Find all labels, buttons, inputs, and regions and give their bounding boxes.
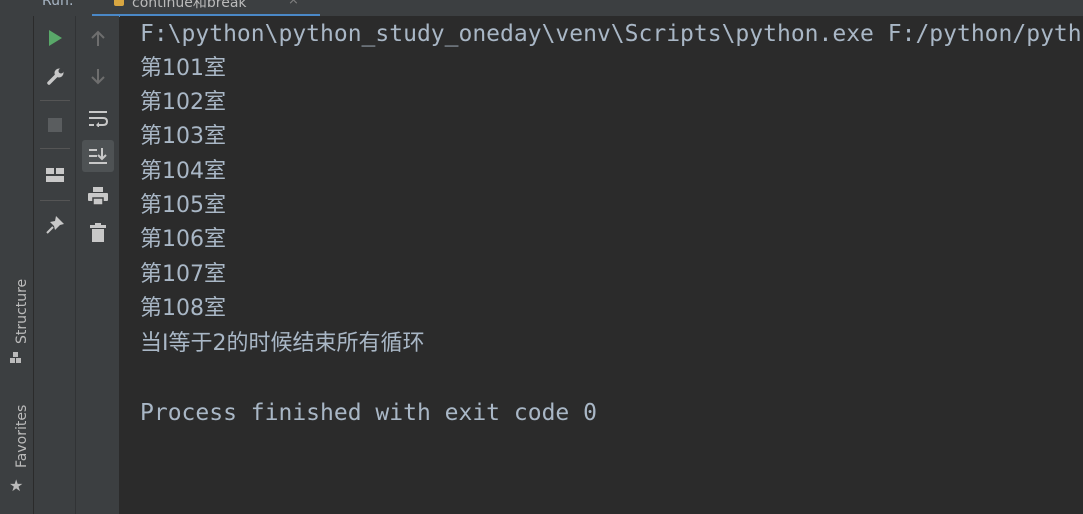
settings-button[interactable] [39, 61, 71, 93]
up-arrow-icon [91, 30, 105, 46]
run-tool-window-header: Run: continue和break × [0, 0, 1083, 17]
previous-occurrence-button[interactable] [82, 22, 114, 54]
soft-wrap-icon [89, 111, 109, 127]
close-tab-icon[interactable]: × [288, 0, 299, 8]
stop-icon [48, 118, 62, 132]
favorites-tool-tab[interactable]: Favorites ★ [4, 396, 30, 506]
process-exit-message: Process finished with exit code 0 [140, 400, 597, 426]
run-tab-title: continue和break [132, 0, 247, 11]
favorites-label: Favorites [14, 404, 30, 468]
stop-button[interactable] [39, 109, 71, 141]
trash-icon [90, 223, 106, 242]
console-output-line: 第106室 [140, 227, 226, 252]
console-output[interactable]: F:\python\python_study_oneday\venv\Scrip… [120, 16, 1083, 514]
print-icon [88, 187, 108, 206]
clear-all-button[interactable] [82, 217, 114, 249]
wrench-icon [47, 68, 64, 85]
run-toolbar [34, 16, 119, 514]
star-icon: ★ [9, 476, 24, 495]
print-button[interactable] [82, 180, 114, 212]
structure-icon [10, 352, 22, 368]
console-output-line: 第102室 [140, 90, 226, 115]
console-command-line: F:\python\python_study_oneday\venv\Scrip… [140, 21, 1082, 47]
toolbar-divider [75, 16, 76, 514]
console-output-line: 第104室 [140, 159, 226, 184]
run-icon [49, 30, 62, 46]
toolbar-separator [40, 148, 70, 149]
pin-icon [46, 216, 64, 234]
left-tool-stripe: Structure Favorites ★ [0, 16, 34, 514]
console-output-line: 第108室 [140, 296, 226, 321]
run-label: Run: [42, 0, 74, 9]
next-occurrence-button[interactable] [82, 61, 114, 93]
python-file-icon [114, 0, 124, 6]
console-output-line: 第101室 [140, 56, 226, 81]
toolbar-separator [40, 100, 70, 101]
structure-label: Structure [14, 278, 30, 344]
structure-tool-tab[interactable]: Structure [4, 266, 30, 371]
toolbar-separator [40, 200, 70, 201]
layout-icon [46, 168, 64, 182]
run-tab[interactable]: continue和break × [92, 0, 320, 17]
scroll-to-end-icon [89, 148, 107, 164]
console-output-line: 第107室 [140, 262, 226, 287]
down-arrow-icon [91, 69, 105, 85]
console-output-line: 第105室 [140, 193, 226, 218]
run-button[interactable] [39, 22, 71, 54]
console-output-line: 第103室 [140, 124, 226, 149]
restore-layout-button[interactable] [39, 159, 71, 191]
soft-wrap-button[interactable] [82, 102, 114, 134]
pin-tab-button[interactable] [39, 209, 71, 241]
console-output-line: 当I等于2的时候结束所有循环 [140, 331, 425, 356]
scroll-to-end-button[interactable] [82, 140, 114, 172]
